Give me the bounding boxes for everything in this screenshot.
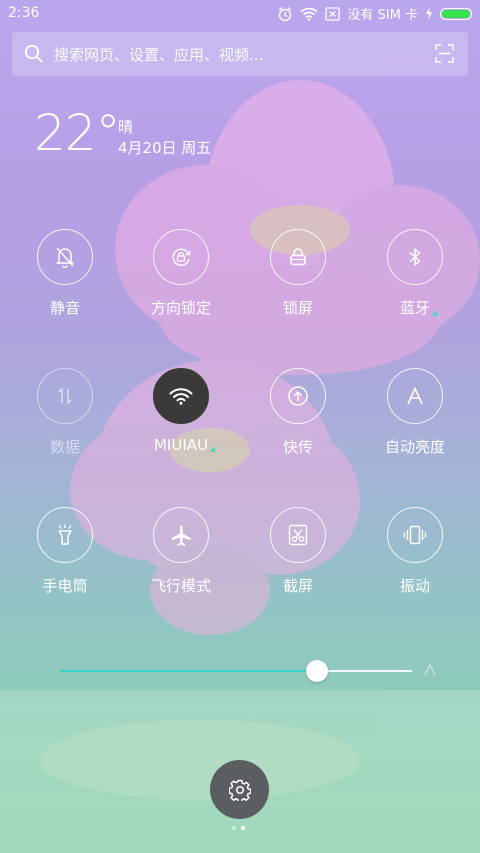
toggle-wifi[interactable]: MIUIAU: [126, 368, 236, 468]
status-icons: 没有 SIM 卡: [277, 4, 472, 23]
toggle-screenshot[interactable]: 截屏: [243, 507, 353, 607]
toggle-label: MIUIAU: [154, 436, 215, 454]
auto-brightness-icon: [387, 368, 443, 424]
page-dot: [232, 826, 236, 830]
page-dot-active: [241, 826, 245, 830]
toggle-label: 截屏: [282, 577, 313, 595]
bluetooth-icon: [387, 229, 443, 285]
search-bar[interactable]: 搜索网页、设置、应用、视频...: [12, 32, 468, 76]
status-time: 2:36: [8, 5, 40, 21]
flashlight-icon: [37, 507, 93, 563]
toggle-silent[interactable]: 静音: [10, 229, 120, 329]
toggle-label: 方向锁定: [150, 299, 211, 317]
toggle-lock-screen[interactable]: 锁屏: [243, 229, 353, 329]
screenshot-icon: [270, 507, 326, 563]
wifi-signal-icon: [300, 7, 319, 21]
toggle-vibrate[interactable]: 振动: [360, 507, 470, 607]
more-indicator-icon: [431, 310, 437, 316]
toggle-label: 锁屏: [282, 299, 313, 317]
wifi-icon: [153, 368, 209, 424]
toggle-flashlight[interactable]: 手电筒: [10, 507, 120, 607]
slider-fill: [60, 670, 317, 672]
airplane-icon: [153, 507, 209, 563]
toggle-label: 数据: [49, 438, 80, 456]
toggle-airplane[interactable]: 飞行模式: [126, 507, 236, 607]
toggle-label: 飞行模式: [150, 577, 211, 595]
status-bar: 2:36 没有 SIM 卡: [0, 0, 480, 28]
toggle-rotation-lock[interactable]: 方向锁定: [126, 229, 236, 329]
toggle-quick-share[interactable]: 快传: [243, 368, 353, 468]
more-indicator-icon: [209, 446, 215, 452]
weather-temperature[interactable]: 22°: [34, 104, 121, 162]
weather-date: 4月20日 周五: [118, 139, 212, 157]
lock-icon: [270, 229, 326, 285]
slider-thumb[interactable]: [305, 660, 328, 682]
toggle-auto-brightness[interactable]: 自动亮度: [360, 368, 470, 468]
no-sim-icon: [325, 6, 341, 21]
toggle-label: 手电筒: [42, 577, 88, 595]
battery-icon: [440, 7, 472, 20]
mobile-data-icon: [37, 368, 93, 424]
page-indicator: [232, 826, 245, 830]
rotation-lock-icon: [153, 229, 209, 285]
toggle-mobile-data[interactable]: 数据: [10, 368, 120, 468]
alarm-icon: [279, 6, 292, 21]
bell-off-icon: [37, 229, 93, 285]
toggle-bluetooth[interactable]: 蓝牙: [360, 229, 470, 329]
weather-condition: 晴: [118, 118, 134, 136]
scan-icon[interactable]: [435, 44, 454, 63]
search-icon: [24, 44, 43, 63]
charging-icon: [426, 7, 432, 20]
settings-button[interactable]: [210, 760, 269, 819]
toggle-label: 静音: [49, 299, 80, 317]
share-upload-icon: [270, 368, 326, 424]
brightness-slider[interactable]: [60, 660, 412, 682]
toggle-label: 自动亮度: [384, 438, 445, 456]
auto-brightness-toggle-icon[interactable]: [424, 664, 436, 676]
toggle-label: 振动: [399, 577, 430, 595]
toggle-label: 快传: [282, 438, 313, 456]
toggle-label: 蓝牙: [400, 297, 437, 318]
vibrate-icon: [387, 507, 443, 563]
no-sim-text: 没有 SIM 卡: [347, 8, 418, 23]
search-input[interactable]: 搜索网页、设置、应用、视频...: [54, 44, 263, 65]
gear-icon: [228, 779, 251, 801]
